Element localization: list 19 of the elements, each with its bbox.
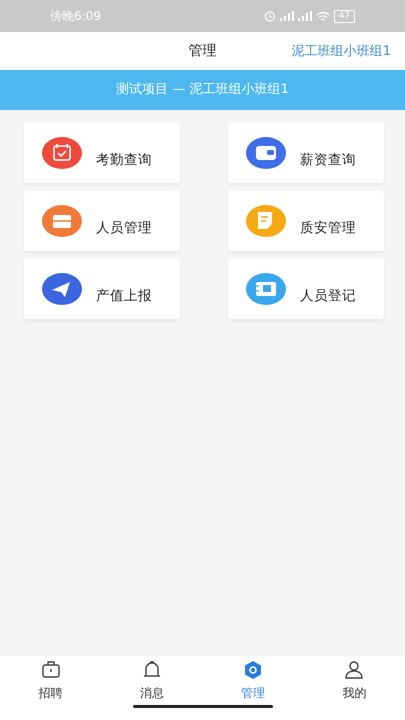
menu-tile[interactable]: 薪资查询	[228, 123, 384, 183]
menu-tile[interactable]: 质安管理	[228, 191, 384, 251]
nav-tab[interactable]: 管理	[202, 656, 304, 705]
bag-icon	[40, 659, 62, 680]
menu-tile[interactable]: 考勤查询	[24, 123, 180, 183]
menu-tile[interactable]: 人员管理	[24, 191, 180, 251]
signal-icon	[298, 11, 312, 21]
alarm-icon	[264, 10, 276, 22]
nav-tab[interactable]: 消息	[101, 656, 202, 705]
nav-tab[interactable]: 招聘	[0, 656, 102, 705]
project-banner-text: 测试项目 — 泥工班组小班组1	[116, 81, 289, 100]
user-icon	[343, 659, 366, 680]
menu-tile[interactable]: 人员登记	[228, 259, 384, 319]
wifi-icon	[316, 10, 330, 22]
menu-tile[interactable]: 产值上报	[24, 259, 180, 319]
nav-tab[interactable]: 我的	[304, 656, 405, 705]
signal-icon	[280, 11, 294, 21]
team-name: 泥工班组小班组1	[292, 43, 391, 61]
page-title: 管理	[188, 42, 216, 60]
